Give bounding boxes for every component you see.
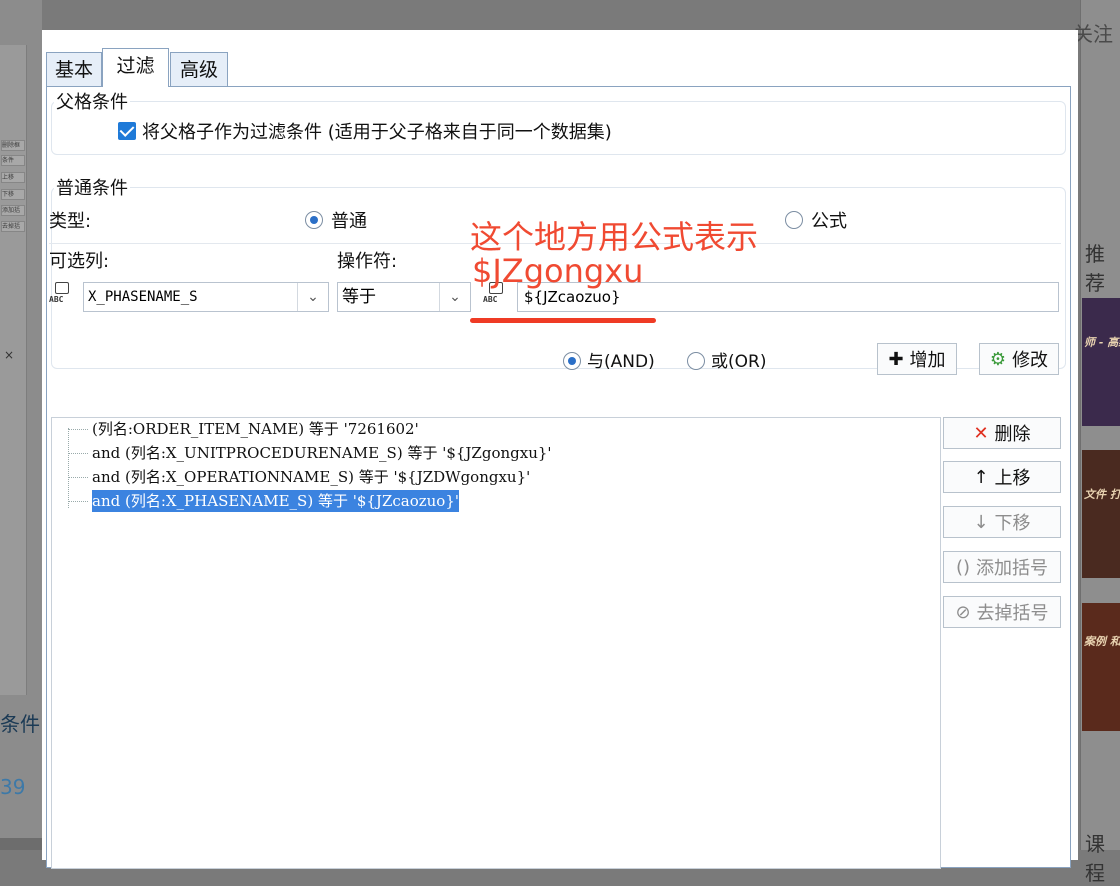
- annotation-underline: [470, 318, 656, 323]
- edit-icon: ⚙: [989, 348, 1007, 370]
- chevron-down-icon[interactable]: ⌄: [297, 283, 328, 311]
- logic-and-radio[interactable]: [563, 352, 581, 370]
- background-number-text: 39: [0, 775, 26, 799]
- column-select[interactable]: X_PHASENAME_S ⌄: [83, 282, 329, 312]
- tree-connector: [68, 428, 69, 508]
- parent-condition-group: 父格条件 将父格子作为过滤条件 (适用于父子格来自于同一个数据集): [51, 88, 1066, 155]
- plus-icon: ✚: [888, 348, 904, 370]
- background-course-text: 课程: [1085, 832, 1105, 885]
- background-ad-banner: 文件 打印行: [1082, 450, 1120, 578]
- add-button[interactable]: ✚ 增加: [877, 343, 957, 375]
- operator-select-value: 等于: [342, 287, 376, 307]
- background-condition-text: 条件: [0, 712, 40, 736]
- condition-row[interactable]: and (列名:X_UNITPROCEDURENAME_S) 等于 '${JZg…: [92, 442, 552, 464]
- ad-text: 师 - 高级: [1084, 336, 1120, 349]
- add-bracket-button-label: 添加括号: [976, 558, 1049, 579]
- type-normal-label: 普通: [331, 211, 367, 232]
- column-select-value: X_PHASENAME_S: [88, 289, 198, 305]
- move-down-button[interactable]: ↓ 下移: [943, 506, 1061, 538]
- background-follow-text: 关注: [1073, 22, 1113, 46]
- tree-connector: [68, 477, 88, 478]
- background-mini-item: 删除框: [1, 140, 25, 151]
- tree-connector: [68, 429, 88, 430]
- filter-tab-panel: 父格条件 将父格子作为过滤条件 (适用于父子格来自于同一个数据集) 普通条件 类…: [46, 86, 1071, 869]
- background-close-icon: ×: [4, 348, 15, 362]
- background-bottom-bar: [0, 838, 42, 850]
- ad-text: 文件 打印行: [1084, 488, 1120, 501]
- parent-condition-legend: 父格条件: [54, 88, 130, 114]
- background-ad-banner: 师 - 高级: [1082, 298, 1120, 426]
- type-normal-radio[interactable]: [305, 211, 323, 229]
- arrow-down-icon: ↓: [973, 511, 989, 533]
- delete-button-label: 删除: [994, 424, 1031, 445]
- add-button-label: 增加: [909, 350, 946, 371]
- remove-bracket-button[interactable]: ⊘ 去掉括号: [943, 596, 1061, 628]
- remove-bracket-button-label: 去掉括号: [976, 603, 1049, 624]
- tree-connector: [68, 453, 88, 454]
- background-mini-item: 添加括号: [1, 205, 25, 216]
- move-down-button-label: 下移: [994, 513, 1031, 534]
- background-ad-banner: 案例 和Fine: [1082, 603, 1120, 731]
- bracket-icon: (): [955, 556, 971, 578]
- column-label: 可选列:: [49, 251, 110, 272]
- background-mini-item: 下移: [1, 189, 25, 200]
- background-mini-item: 条件: [1, 155, 25, 166]
- parent-condition-checkbox-label: 将父格子作为过滤条件 (适用于父子格来自于同一个数据集): [142, 122, 612, 143]
- logic-or-label: 或(OR): [711, 352, 767, 372]
- filter-dialog: 基本 过滤 高级 父格条件 将父格子作为过滤条件 (适用于父子格来自于同一个数据…: [42, 30, 1078, 869]
- background-mini-item: 上移: [1, 172, 25, 183]
- add-bracket-button[interactable]: () 添加括号: [943, 551, 1061, 583]
- move-up-button[interactable]: ↑ 上移: [943, 461, 1061, 493]
- parent-condition-checkbox[interactable]: [118, 122, 136, 140]
- operator-label: 操作符:: [337, 251, 398, 272]
- background-mini-item: 去掉括号: [1, 221, 25, 232]
- delete-icon: ✕: [973, 422, 989, 444]
- background-left-toolbar: 删除框 条件 上移 下移 添加括号 去掉括号: [0, 45, 27, 695]
- type-label: 类型:: [49, 211, 92, 232]
- ad-text: 案例 和Fine: [1084, 635, 1120, 648]
- background-recommend-text: 推荐: [1085, 242, 1105, 295]
- type-formula-label: 公式: [811, 211, 847, 232]
- delete-button[interactable]: ✕ 删除: [943, 417, 1061, 449]
- modify-button[interactable]: ⚙ 修改: [979, 343, 1059, 375]
- remove-bracket-icon: ⊘: [955, 601, 971, 623]
- move-up-button-label: 上移: [994, 468, 1031, 489]
- condition-row-selected[interactable]: and (列名:X_PHASENAME_S) 等于 '${JZcaozuo}': [92, 490, 460, 512]
- condition-list[interactable]: (列名:ORDER_ITEM_NAME) 等于 '7261602' and (列…: [51, 417, 941, 869]
- type-formula-radio[interactable]: [785, 211, 803, 229]
- chevron-down-icon[interactable]: ⌄: [439, 283, 470, 311]
- logic-or-radio[interactable]: [687, 352, 705, 370]
- arrow-up-icon: ↑: [973, 466, 989, 488]
- condition-row[interactable]: and (列名:X_OPERATIONNAME_S) 等于 '${JZDWgon…: [92, 466, 530, 488]
- tab-advanced[interactable]: 高级: [170, 52, 228, 87]
- modify-button-label: 修改: [1012, 350, 1049, 371]
- normal-condition-legend: 普通条件: [54, 174, 130, 200]
- operator-select[interactable]: 等于 ⌄: [337, 282, 471, 312]
- tree-connector: [68, 501, 88, 502]
- annotation-text-line2: $JZgongxu: [472, 252, 644, 290]
- condition-row[interactable]: (列名:ORDER_ITEM_NAME) 等于 '7261602': [92, 418, 419, 440]
- logic-and-label: 与(AND): [587, 352, 655, 372]
- tab-filter[interactable]: 过滤: [102, 48, 169, 87]
- tab-basic[interactable]: 基本: [46, 52, 102, 87]
- column-type-icon[interactable]: ABC: [49, 282, 75, 308]
